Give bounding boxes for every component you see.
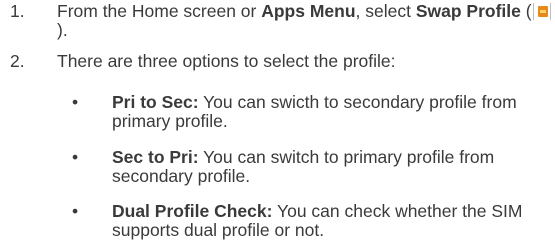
option-text: Pri to Sec: You can swicth to secondary … [112,93,555,131]
bullet: • [72,147,79,167]
option-dual-profile-check: • Dual Profile Check: You can check whet… [72,202,552,242]
step-number: 1. [10,1,25,21]
step-1: 1. From the Home screen or Apps Menu, se… [10,2,555,42]
bullet: • [72,201,79,221]
step-text-mid: , select [355,1,416,21]
swap-profile-label: Swap Profile [415,1,521,21]
option-title: Sec to Pri: [112,147,199,167]
step-text-pre: From the Home screen or [57,1,262,21]
option-text: Sec to Pri: You can switch to primary pr… [112,148,555,186]
step-text: There are three options to select the pr… [57,51,396,71]
sim-card-icon [532,3,551,20]
step-text: From the Home screen or Apps Menu, selec… [57,2,555,40]
apps-menu-label: Apps Menu [261,1,356,21]
step-number: 2. [10,51,25,71]
paren-close: ). [57,20,68,40]
paren-open: ( [520,1,532,21]
option-sec-to-pri: • Sec to Pri: You can switch to primary … [72,148,552,188]
option-pri-to-sec: • Pri to Sec: You can swicth to secondar… [72,93,552,133]
bullet: • [72,92,79,112]
option-title: Dual Profile Check: [112,201,273,221]
step-2: 2. There are three options to select the… [10,52,555,72]
option-text: Dual Profile Check: You can check whethe… [112,202,555,240]
option-title: Pri to Sec: [112,92,199,112]
